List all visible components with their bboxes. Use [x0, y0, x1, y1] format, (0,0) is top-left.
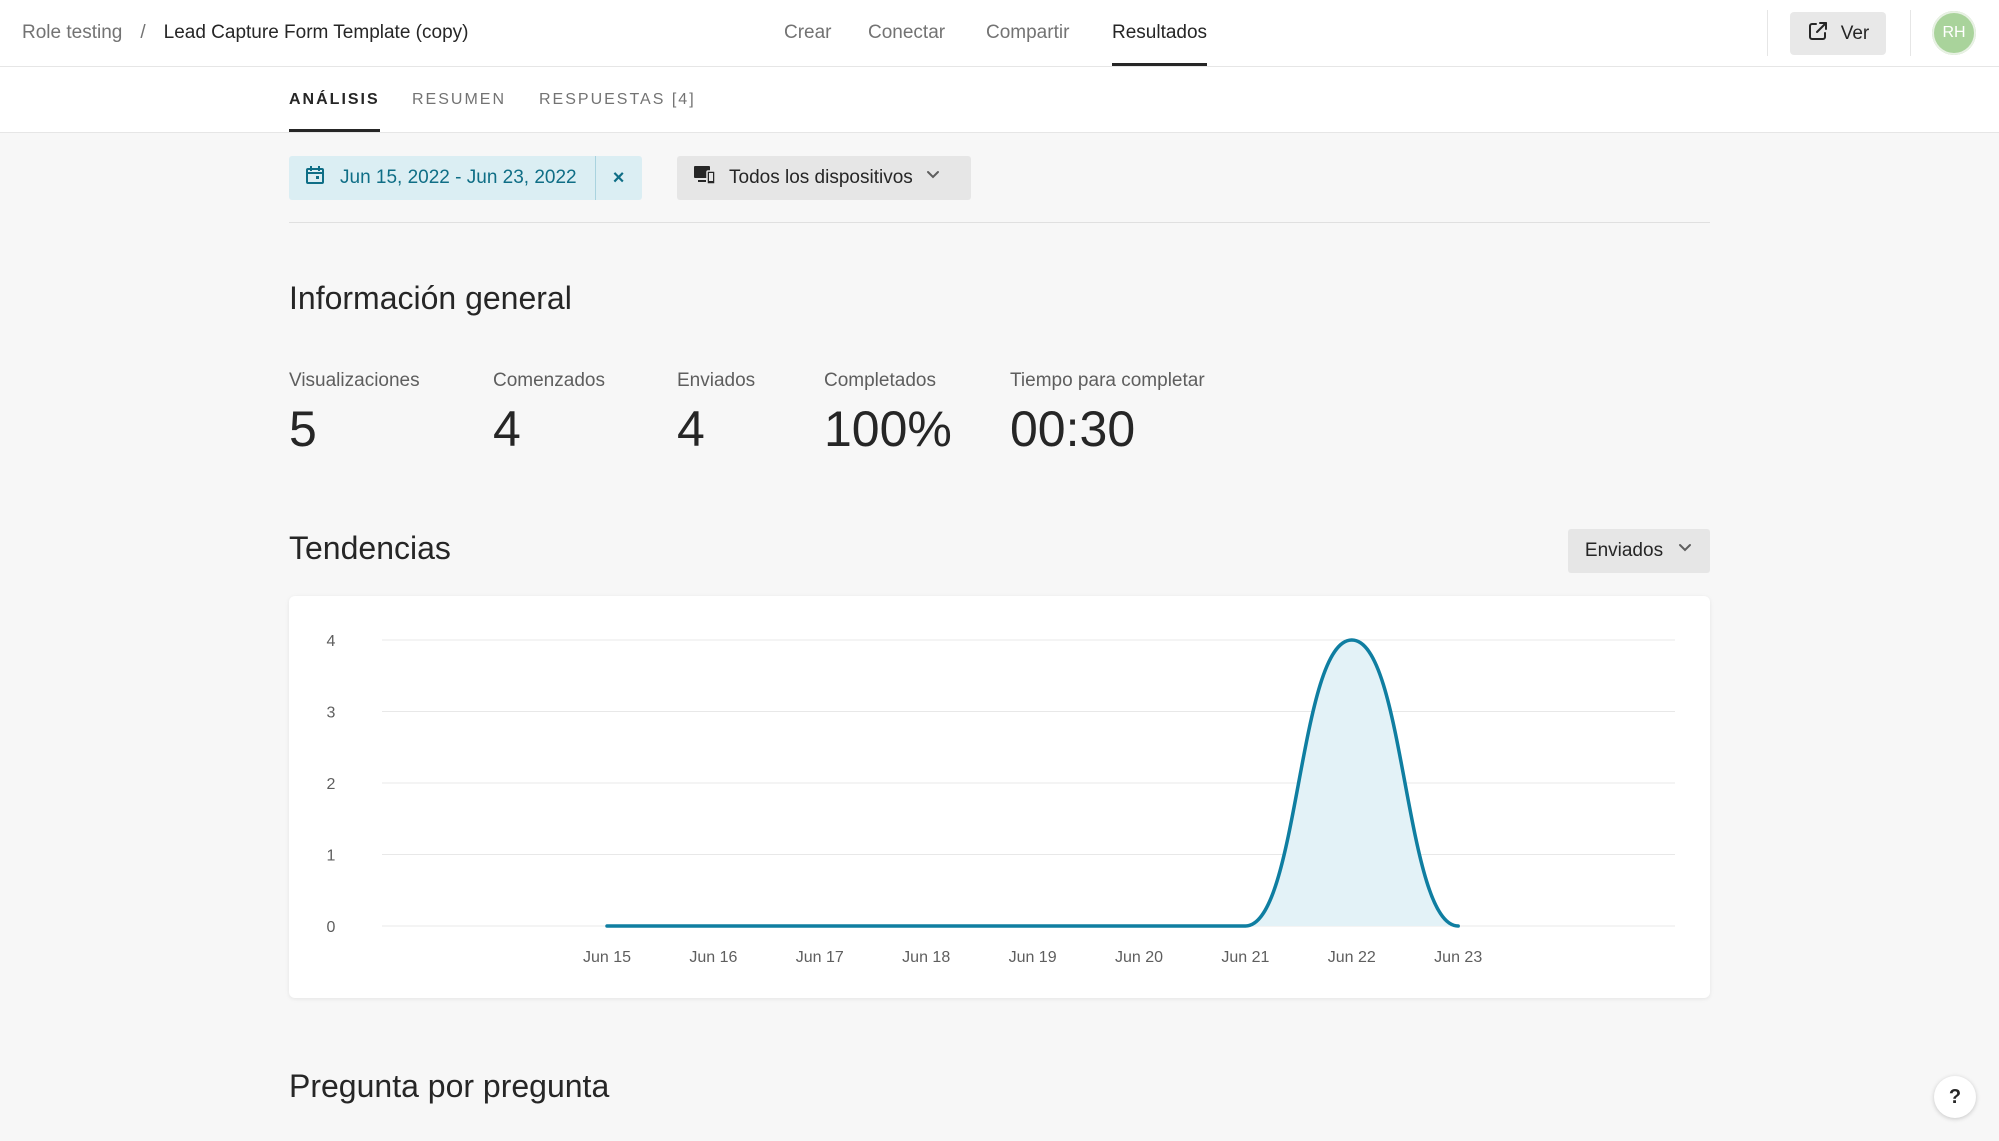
stat-value: 100%: [824, 401, 952, 457]
stat-label: Visualizaciones: [289, 370, 420, 391]
top-nav: Crear Conectar Compartir Resultados: [0, 0, 1999, 66]
date-range-picker[interactable]: Jun 15, 2022 - Jun 23, 2022: [289, 156, 595, 200]
help-button[interactable]: ?: [1934, 1076, 1976, 1118]
header-divider: [1910, 10, 1911, 56]
stat-value: 4: [493, 401, 521, 457]
x-tick-label: Jun 20: [1115, 949, 1163, 966]
trends-title: Tendencias: [289, 530, 451, 566]
stat-submitted: Enviados 4: [677, 370, 755, 458]
filters-divider: [289, 222, 1710, 223]
x-tick-label: Jun 21: [1221, 949, 1269, 966]
nav-crear[interactable]: Crear: [784, 0, 832, 66]
external-link-icon: [1807, 20, 1829, 48]
x-tick-label: Jun 15: [583, 949, 631, 966]
stat-value: 5: [289, 401, 317, 457]
y-tick-label: 3: [327, 705, 336, 722]
x-tick-label: Jun 22: [1328, 949, 1376, 966]
date-range-label: Jun 15, 2022 - Jun 23, 2022: [340, 167, 577, 188]
x-tick-label: Jun 16: [689, 949, 737, 966]
x-tick-label: Jun 19: [1009, 949, 1057, 966]
trend-metric-dropdown[interactable]: Enviados: [1568, 529, 1710, 573]
view-button[interactable]: Ver: [1790, 12, 1886, 55]
stat-started: Comenzados 4: [493, 370, 605, 458]
help-icon: ?: [1948, 1085, 1962, 1108]
device-filter-label: Todos los dispositivos: [729, 167, 913, 188]
trend-chart: 0 1 2 3 4 Jun 15 Jun 16 Jun 17 Jun 18 Jun 19 Jun 2…: [327, 633, 1675, 966]
y-tick-label: 4: [327, 633, 336, 650]
stat-value: 4: [677, 401, 705, 457]
device-filter-dropdown[interactable]: Todos los dispositivos: [677, 156, 971, 200]
devices-icon: [693, 164, 717, 192]
x-tick-label: Jun 18: [902, 949, 950, 966]
trend-chart-card: 0 1 2 3 4 Jun 15 Jun 16 Jun 17 Jun 18 Jun 19 Jun 2…: [289, 596, 1710, 998]
tab-respuestas[interactable]: RESPUESTAS [4]: [539, 67, 696, 132]
x-tick-label: Jun 23: [1434, 949, 1482, 966]
clear-date-button[interactable]: ×: [594, 156, 642, 200]
results-subtabs: ANÁLISIS RESUMEN RESPUESTAS [4]: [0, 67, 1999, 133]
stat-label: Enviados: [677, 370, 756, 391]
stat-completion-rate: Completados 100%: [824, 370, 952, 458]
y-tick-label: 0: [327, 919, 336, 936]
y-tick-label: 2: [327, 776, 336, 793]
trend-metric-label: Enviados: [1584, 540, 1664, 561]
date-range-filter[interactable]: Jun 15, 2022 - Jun 23, 2022 ×: [289, 156, 642, 200]
nav-compartir[interactable]: Compartir: [986, 0, 1069, 66]
nav-resultados[interactable]: Resultados: [1112, 0, 1208, 66]
avatar[interactable]: RH: [1932, 11, 1976, 55]
stat-time-to-complete: Tiempo para completar 00:30: [1010, 370, 1205, 458]
header-divider: [1767, 10, 1768, 56]
calendar-icon: [304, 164, 326, 192]
close-icon: ×: [612, 166, 625, 189]
stat-label: Comenzados: [493, 370, 605, 391]
nav-conectar[interactable]: Conectar: [868, 0, 945, 66]
overview-title: Información general: [289, 280, 572, 316]
stat-views: Visualizaciones 5: [289, 370, 420, 458]
chevron-down-icon: [1677, 540, 1693, 562]
x-tick-label: Jun 17: [796, 949, 844, 966]
stat-label: Tiempo para completar: [1010, 370, 1205, 391]
view-button-label: Ver: [1840, 22, 1870, 44]
chevron-down-icon: [925, 167, 941, 189]
tab-resumen[interactable]: RESUMEN: [412, 67, 506, 132]
tab-analisis[interactable]: ANÁLISIS: [289, 67, 380, 132]
y-tick-label: 1: [327, 848, 336, 865]
top-bar: Role testing / Lead Capture Form Templat…: [0, 0, 1999, 67]
stat-value: 00:30: [1010, 401, 1136, 457]
question-section-title: Pregunta por pregunta: [289, 1068, 610, 1104]
stat-label: Completados: [824, 370, 936, 391]
